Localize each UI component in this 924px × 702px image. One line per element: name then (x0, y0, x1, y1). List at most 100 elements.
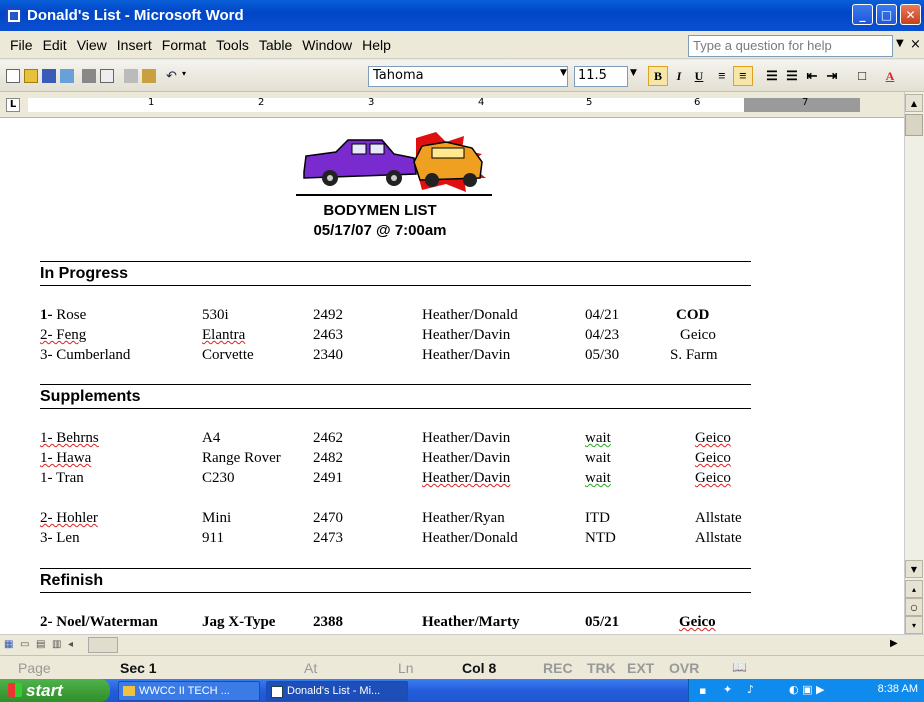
table-row: 2- Feng Elantra 2463 Heather/Davin 04/23… (40, 327, 760, 347)
rule-line (40, 285, 751, 286)
font-color-icon[interactable]: A (880, 66, 900, 86)
cell-name: 1- Tran (40, 470, 84, 486)
copy-icon[interactable] (124, 69, 138, 83)
cell-payer: COD (676, 307, 710, 323)
align-left-icon[interactable]: ≡ (712, 66, 732, 86)
save-icon[interactable] (42, 69, 56, 83)
print-preview-icon[interactable] (100, 69, 114, 83)
tab-selector[interactable]: L (6, 98, 20, 112)
paste-icon[interactable] (142, 69, 156, 83)
horizontal-scrollbar[interactable]: ▦ ▭ ▤ ▥ ◂ ▶ (0, 634, 924, 655)
ask-dropdown-icon[interactable]: ▼ (896, 38, 904, 49)
status-ovr[interactable]: OVR (669, 660, 699, 676)
decrease-indent-icon[interactable]: ⇤ (802, 66, 822, 86)
print-view-icon[interactable]: ▤ (36, 639, 45, 650)
font-name-select[interactable]: Tahoma (368, 66, 568, 87)
cell-tech: Heather/Donald (422, 307, 518, 323)
cell-name: 2- Noel/Waterman (40, 614, 158, 630)
status-trk[interactable]: TRK (587, 660, 616, 676)
table-row: 3- Len 911 2473 Heather/Donald NTD Allst… (40, 530, 760, 550)
border-icon[interactable]: □ (852, 66, 872, 86)
doc-date: 05/17/07 @ 7:00am (313, 222, 447, 239)
start-button[interactable]: start (0, 679, 110, 702)
increase-indent-icon[interactable]: ⇥ (822, 66, 842, 86)
maximize-button[interactable]: □ (876, 4, 897, 25)
status-ln: Ln (398, 660, 414, 676)
menu-view[interactable]: View (77, 37, 107, 53)
cell-payer: Geico (680, 327, 716, 343)
menu-format[interactable]: Format (162, 37, 206, 53)
cell-date: ITD (585, 510, 610, 526)
open-icon[interactable] (24, 69, 38, 83)
reading-view-icon[interactable]: ◂ (68, 639, 73, 650)
hscroll-thumb[interactable] (88, 637, 118, 653)
cell-tech: Heather/Donald (422, 530, 518, 546)
document-page[interactable]: BODYMEN LIST 05/17/07 @ 7:00am In Progre… (0, 118, 904, 634)
undo-icon[interactable]: ↶ (166, 69, 180, 84)
size-dropdown-icon[interactable]: ▼ (630, 68, 637, 78)
browse-object-icon[interactable]: ○ (905, 598, 923, 616)
spelling-status-icon[interactable]: 📖 (732, 660, 747, 674)
cell-ro: 2491 (313, 470, 343, 486)
web-view-icon[interactable]: ▭ (20, 639, 29, 650)
outline-view-icon[interactable]: ▥ (52, 639, 61, 650)
network-icon[interactable]: ▪ (699, 684, 706, 697)
align-center-icon[interactable]: ≡ (733, 66, 753, 86)
tray-app-icon[interactable]: ✦ (723, 683, 732, 696)
scroll-down-icon[interactable]: ▼ (905, 560, 923, 578)
numbering-icon[interactable]: ☰ (762, 66, 782, 86)
windows-logo-icon (8, 683, 22, 697)
cell-tech: Heather/Davin (422, 450, 511, 466)
font-dropdown-icon[interactable]: ▼ (560, 68, 567, 78)
menu-table[interactable]: Table (259, 37, 292, 53)
ruler-number: 1 (148, 97, 155, 108)
underline-button[interactable]: U (689, 66, 709, 86)
taskbar: start WWCC II TECH ... Donald's List - M… (0, 679, 924, 702)
menu-edit[interactable]: Edit (43, 37, 67, 53)
cell-ro: 2492 (313, 307, 343, 323)
cell-date: wait (585, 430, 611, 446)
normal-view-icon[interactable]: ▦ (4, 639, 13, 650)
vertical-scrollbar[interactable] (904, 92, 924, 634)
italic-button[interactable]: I (669, 66, 689, 86)
status-rec[interactable]: REC (543, 660, 573, 676)
menu-window[interactable]: Window (302, 37, 352, 53)
taskbar-word-label: Donald's List - Mi... (287, 685, 381, 697)
scroll-thumb[interactable] (905, 114, 923, 136)
close-doc-icon[interactable]: × (910, 37, 921, 52)
cell-car: Range Rover (202, 450, 281, 466)
cell-car: Jag X-Type (202, 614, 276, 630)
font-size-select[interactable]: 11.5 (574, 66, 628, 87)
undo-dropdown-icon[interactable]: ▾ (182, 69, 196, 83)
menu-file[interactable]: File (10, 37, 33, 53)
section-heading-in-progress: In Progress (40, 265, 129, 282)
taskbar-word[interactable]: Donald's List - Mi... (266, 681, 408, 701)
scroll-up-icon[interactable]: ▲ (905, 94, 923, 112)
start-label: start (26, 680, 63, 700)
tray-sound-icon[interactable]: ♪ (747, 683, 754, 696)
bold-button[interactable]: B (648, 66, 668, 86)
print-icon[interactable] (82, 69, 96, 83)
word-app-icon[interactable] (6, 7, 22, 24)
cell-tech: Heather/Davin (422, 327, 511, 343)
permission-icon[interactable] (60, 69, 74, 83)
title-bar[interactable]: Donald's List - Microsoft Word _ □ ✕ (0, 0, 924, 31)
minimize-button[interactable]: _ (852, 4, 873, 25)
word-doc-icon (271, 686, 283, 698)
menu-insert[interactable]: Insert (117, 37, 152, 53)
prev-page-icon[interactable]: ▴ (905, 580, 923, 598)
menu-tools[interactable]: Tools (216, 37, 249, 53)
status-ext[interactable]: EXT (627, 660, 654, 676)
menu-help[interactable]: Help (362, 37, 391, 53)
new-doc-icon[interactable] (6, 69, 20, 83)
scroll-right-icon[interactable]: ▶ (890, 638, 898, 649)
tray-icons[interactable]: ◐ ▣ ▶ (789, 683, 824, 696)
close-button[interactable]: ✕ (900, 4, 921, 25)
next-page-icon[interactable]: ▾ (905, 616, 923, 634)
bullets-icon[interactable]: ☰ (782, 66, 802, 86)
taskbar-folder[interactable]: WWCC II TECH ... (118, 681, 260, 701)
ruler-number: 5 (586, 97, 593, 108)
car-crash-clipart (296, 132, 492, 196)
ask-question-input[interactable]: Type a question for help (688, 35, 893, 57)
cell-tech: Heather/Ryan (422, 510, 505, 526)
